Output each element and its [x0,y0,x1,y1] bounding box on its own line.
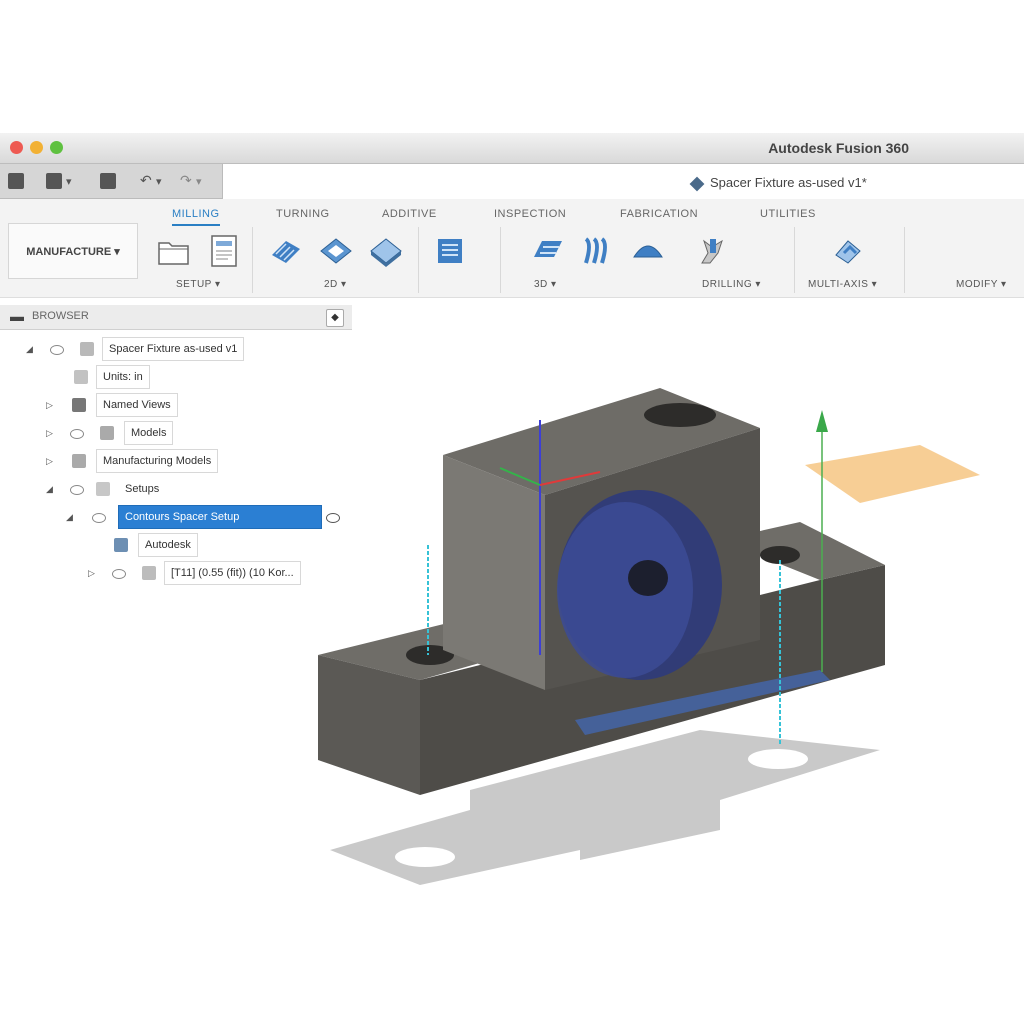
drill-icon[interactable] [692,233,728,269]
group-2d[interactable]: 2D ▾ [324,279,347,290]
upright-side [443,455,545,690]
browser-item-units[interactable]: Units: in [96,365,150,389]
document-tab[interactable]: Spacer Fixture as-used v1* [689,175,867,191]
browser-root-node[interactable]: Spacer Fixture as-used v1 [102,337,245,361]
eye-icon[interactable] [112,569,126,579]
shadow-hole [395,847,455,867]
redo-icon[interactable]: ↷ [180,172,192,189]
tab-inspection[interactable]: INSPECTION [494,208,566,220]
workspace-switcher[interactable]: MANUFACTURE ▾ [8,223,138,279]
3d-adaptive-icon[interactable] [530,233,566,269]
operation-icon [142,566,156,580]
expand-arrow-icon[interactable]: ▷ [46,456,53,467]
browser-title: BROWSER [32,310,89,322]
group-3d[interactable]: 3D ▾ [534,279,557,290]
top-hole [644,403,716,427]
sketch-plane[interactable] [805,445,980,503]
adaptive-clearing-icon[interactable] [268,233,304,269]
2d-contour-icon[interactable] [432,233,468,269]
document-icon [80,342,94,356]
browser-item-autodesk[interactable]: Autodesk [138,533,198,557]
model-viewport[interactable] [300,380,1000,900]
expand-arrow-icon[interactable]: ▷ [88,568,95,579]
face-icon[interactable] [368,233,404,269]
save-icon[interactable] [100,173,116,189]
group-modify[interactable]: MODIFY ▾ [956,279,1007,290]
title-bar: Autodesk Fusion 360 [0,133,1024,164]
tab-turning[interactable]: TURNING [276,208,330,220]
group-multi-axis[interactable]: MULTI-AXIS ▾ [808,279,877,290]
app-title: Autodesk Fusion 360 [768,140,909,156]
chevron-down-icon[interactable]: ▾ [156,175,162,188]
eye-icon[interactable] [70,429,84,439]
spacer-disc-face [557,502,693,678]
close-window-button[interactable] [10,141,23,154]
file-icon[interactable] [46,173,62,189]
setup-sheet-icon[interactable] [206,233,242,269]
chevron-down-icon[interactable]: ▾ [66,175,72,188]
stock-icon [114,538,128,552]
eye-icon[interactable] [70,485,84,495]
expand-arrow-icon[interactable]: ◢ [26,344,33,355]
browser-item-setups[interactable]: Setups [118,477,166,501]
expand-arrow-icon[interactable]: ◢ [66,512,73,523]
pocket-icon[interactable] [318,233,354,269]
pin-icon[interactable]: ◆ [326,309,344,327]
scallop-icon[interactable] [630,233,666,269]
ribbon-separator [252,227,253,293]
undo-icon[interactable]: ↶ [140,172,152,189]
eye-icon[interactable] [92,513,106,523]
browser-header: ▬ BROWSER ◆ [0,305,352,330]
browser-item-named-views[interactable]: Named Views [96,393,178,417]
ribbon-separator [794,227,795,293]
document-icon [72,454,86,468]
3d-pocket-icon[interactable] [580,233,616,269]
expand-arrow-icon[interactable]: ◢ [46,484,53,495]
folder-icon [100,426,114,440]
tab-utilities[interactable]: UTILITIES [760,208,816,220]
quick-access-toolbar: ▾ ↶ ▾ ↷ ▾ [0,164,223,199]
group-drilling[interactable]: DRILLING ▾ [702,279,761,290]
browser-item-setup-selected[interactable]: Contours Spacer Setup [118,505,322,529]
arrow-up-icon [816,410,828,432]
tab-additive[interactable]: ADDITIVE [382,208,437,220]
ribbon-separator [418,227,419,293]
chevron-down-icon[interactable]: ▾ [196,175,202,188]
tab-milling[interactable]: MILLING [172,208,220,226]
document-icon [689,176,705,191]
ribbon-separator [500,227,501,293]
disc-bore [628,560,668,596]
ribbon-separator [904,227,905,293]
multi-axis-icon[interactable] [830,233,866,269]
expand-arrow-icon[interactable]: ▷ [46,428,53,439]
folder-icon [72,398,86,412]
eye-icon[interactable] [50,345,64,355]
group-setup[interactable]: SETUP ▾ [176,279,220,290]
minimize-window-button[interactable] [30,141,43,154]
collapse-icon[interactable]: ▬ [10,308,24,324]
tab-fabrication[interactable]: FABRICATION [620,208,698,220]
folder-icon[interactable] [156,233,192,269]
maximize-window-button[interactable] [50,141,63,154]
browser-item-manufacturing-models[interactable]: Manufacturing Models [96,449,219,473]
browser-item-models[interactable]: Models [124,421,174,445]
grid-icon[interactable] [8,173,24,189]
expand-arrow-icon[interactable]: ▷ [46,400,53,411]
shadow-hole [748,749,808,769]
folder-icon [96,482,110,496]
document-tab-label: Spacer Fixture as-used v1* [710,175,867,190]
units-icon [74,370,88,384]
browser-item-operation[interactable]: [T11] (0.55 (fit)) (10 Kor... [164,561,301,585]
